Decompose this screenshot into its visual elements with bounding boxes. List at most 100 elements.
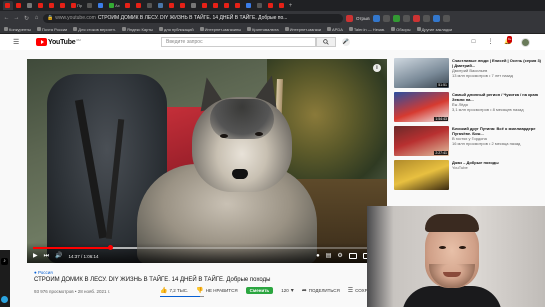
bookmark-item[interactable]: Конкуренты: [4, 27, 31, 32]
browser-tab[interactable]: [266, 1, 276, 10]
extension-icon[interactable]: [382, 14, 390, 22]
bookmark-item[interactable]: Taler.in — Незав.: [348, 27, 385, 32]
progress-scrubber[interactable]: [107, 245, 113, 250]
bookmark-item[interactable]: Криптовалюта: [247, 27, 279, 32]
mic-icon[interactable]: 🎤: [342, 38, 350, 46]
tiktok-icon[interactable]: ♪: [1, 258, 8, 265]
telegram-icon[interactable]: [1, 296, 8, 303]
avatar[interactable]: [521, 38, 530, 47]
browser-tab[interactable]: [233, 1, 243, 10]
share-button[interactable]: ➦ ПОДЕЛИТЬСЯ: [302, 287, 340, 294]
video-thumbnail[interactable]: 2:27:41: [394, 126, 449, 156]
like-button[interactable]: 👍 7,2 ТЫС.: [160, 287, 188, 294]
video-actions: 👍 7,2 ТЫС. 👎 НЕ НРАВИТСЯ Сменить 120 ▾ ➦ ПОД…: [160, 287, 382, 294]
browser-tab[interactable]: [36, 1, 46, 10]
info-icon[interactable]: i: [373, 64, 381, 72]
menu-icon[interactable]: ☰: [13, 38, 19, 46]
extension-icon[interactable]: [412, 14, 420, 22]
video-thumbnail[interactable]: 1:54:43: [394, 92, 449, 122]
recommended-video[interactable]: 1:54:43 Самый длинный регион / Чукотка / …: [394, 92, 545, 126]
youtube-logo[interactable]: YouTube RU: [36, 38, 81, 46]
bookmark-item[interactable]: для публикаций: [158, 27, 194, 32]
browser-tab[interactable]: [25, 1, 35, 10]
video-location[interactable]: ● Россия: [34, 270, 53, 275]
video-thumbnail[interactable]: 51:51: [394, 58, 449, 88]
search-button[interactable]: [316, 37, 336, 47]
omnibox[interactable]: 🔒 www.youtube.com СТРОИМ ДОМИК В ЛЕСУ. D…: [43, 13, 343, 23]
browser-tab[interactable]: [200, 1, 210, 10]
browser-tab[interactable]: [178, 1, 188, 10]
browser-tab[interactable]: [145, 1, 155, 10]
tab-favicon-icon: [190, 3, 196, 8]
like-ratio-bar: [160, 296, 204, 297]
play-icon[interactable]: ▶: [33, 251, 38, 261]
browser-tab[interactable]: [156, 1, 166, 10]
create-video-icon[interactable]: □: [470, 39, 477, 46]
extension-icon[interactable]: [392, 14, 400, 22]
bookmark-item[interactable]: Обзоры: [391, 27, 411, 32]
volume-icon[interactable]: 🔊: [55, 251, 62, 261]
search-input[interactable]: Введите запрос: [161, 37, 316, 47]
browser-tab[interactable]: Ax: [107, 1, 122, 10]
browser-tab[interactable]: [277, 1, 287, 10]
browser-tab[interactable]: [167, 1, 177, 10]
extension-icon[interactable]: [372, 14, 380, 22]
header-actions: □ ⋮ 🔔9+: [470, 36, 530, 47]
subscribe-button[interactable]: Сменить: [245, 287, 274, 294]
extension-icon[interactable]: [402, 14, 410, 22]
browser-tab[interactable]: [123, 1, 133, 10]
browser-tab[interactable]: [96, 1, 106, 10]
bookmark-folder-icon: [73, 27, 78, 31]
browser-tab[interactable]: [255, 1, 265, 10]
extension-icon[interactable]: [422, 14, 430, 22]
subtitles-icon[interactable]: ▤: [326, 251, 332, 261]
location-text[interactable]: Россия: [38, 270, 53, 275]
browser-tab[interactable]: [189, 1, 199, 10]
omnibox-url: www.youtube.com: [55, 15, 96, 21]
bookmark-item[interactable]: Для стоков вероятн.: [73, 27, 116, 32]
browser-tab[interactable]: [134, 1, 144, 10]
apps-icon[interactable]: ⋮: [487, 39, 494, 46]
new-tab-icon[interactable]: +: [289, 3, 293, 9]
lock-icon: 🔒: [47, 15, 54, 21]
recommended-video[interactable]: 2:27:41 Близкий друг Путина: Всё о миллиа…: [394, 126, 545, 160]
browser-tab[interactable]: [3, 1, 13, 10]
bookmark-item[interactable]: Почта России: [36, 27, 67, 32]
bookmark-folder-icon: [36, 27, 41, 31]
bookmark-item[interactable]: Яндекс Карты: [121, 27, 153, 32]
dislike-button[interactable]: 👎 НЕ НРАВИТСЯ: [196, 287, 237, 294]
miniplayer-icon[interactable]: [348, 253, 357, 259]
bookmark-item[interactable]: Другие закладки: [416, 27, 452, 32]
back-icon[interactable]: ←: [3, 15, 10, 21]
bookmark-item[interactable]: APDA: [327, 27, 343, 32]
browser-tab[interactable]: [47, 1, 57, 10]
video-title: СТРОИМ ДОМИК В ЛЕСУ. DIY ЖИЗНЬ В ТАЙГЕ. …: [34, 277, 271, 283]
browser-tab[interactable]: [244, 1, 254, 10]
progress-bar[interactable]: [33, 245, 381, 250]
video-player[interactable]: i ▶ ⏭ 🔊 14:37 / 1:06:14 ● ▤ ⚙ ⛶: [27, 59, 387, 263]
bookmark-item[interactable]: Интернет-магазины: [199, 27, 241, 32]
reload-icon[interactable]: ↻: [23, 15, 30, 22]
profile-icon[interactable]: [442, 14, 450, 22]
browser-tab[interactable]: [222, 1, 232, 10]
extension-label[interactable]: Отрыв: [356, 16, 370, 21]
video-thumbnail[interactable]: [394, 160, 449, 190]
bookmark-item[interactable]: Интернет-магази: [284, 27, 321, 32]
browser-tab[interactable]: [14, 1, 24, 10]
bell-icon[interactable]: 🔔9+: [504, 36, 513, 46]
browser-tab[interactable]: [58, 1, 68, 10]
browser-tab[interactable]: [85, 1, 95, 10]
forward-icon[interactable]: →: [13, 15, 20, 21]
tab-favicon-icon: [27, 3, 32, 8]
home-icon[interactable]: ⌂: [33, 15, 40, 21]
next-icon[interactable]: ⏭: [44, 251, 49, 261]
autoplay-toggle[interactable]: ●: [316, 251, 320, 261]
extension-icon[interactable]: [432, 14, 440, 22]
browser-tab[interactable]: Пр: [69, 1, 84, 10]
recommended-video[interactable]: Джаз – Добрые походы YouTube: [394, 160, 545, 194]
settings-icon[interactable]: ⚙: [337, 251, 342, 261]
extension-icon[interactable]: [346, 14, 353, 22]
tab-favicon-icon: [49, 3, 54, 8]
browser-tab[interactable]: [211, 1, 221, 10]
recommended-video[interactable]: 51:51 Счастливые люди | Енисей | Осень (с…: [394, 58, 545, 92]
